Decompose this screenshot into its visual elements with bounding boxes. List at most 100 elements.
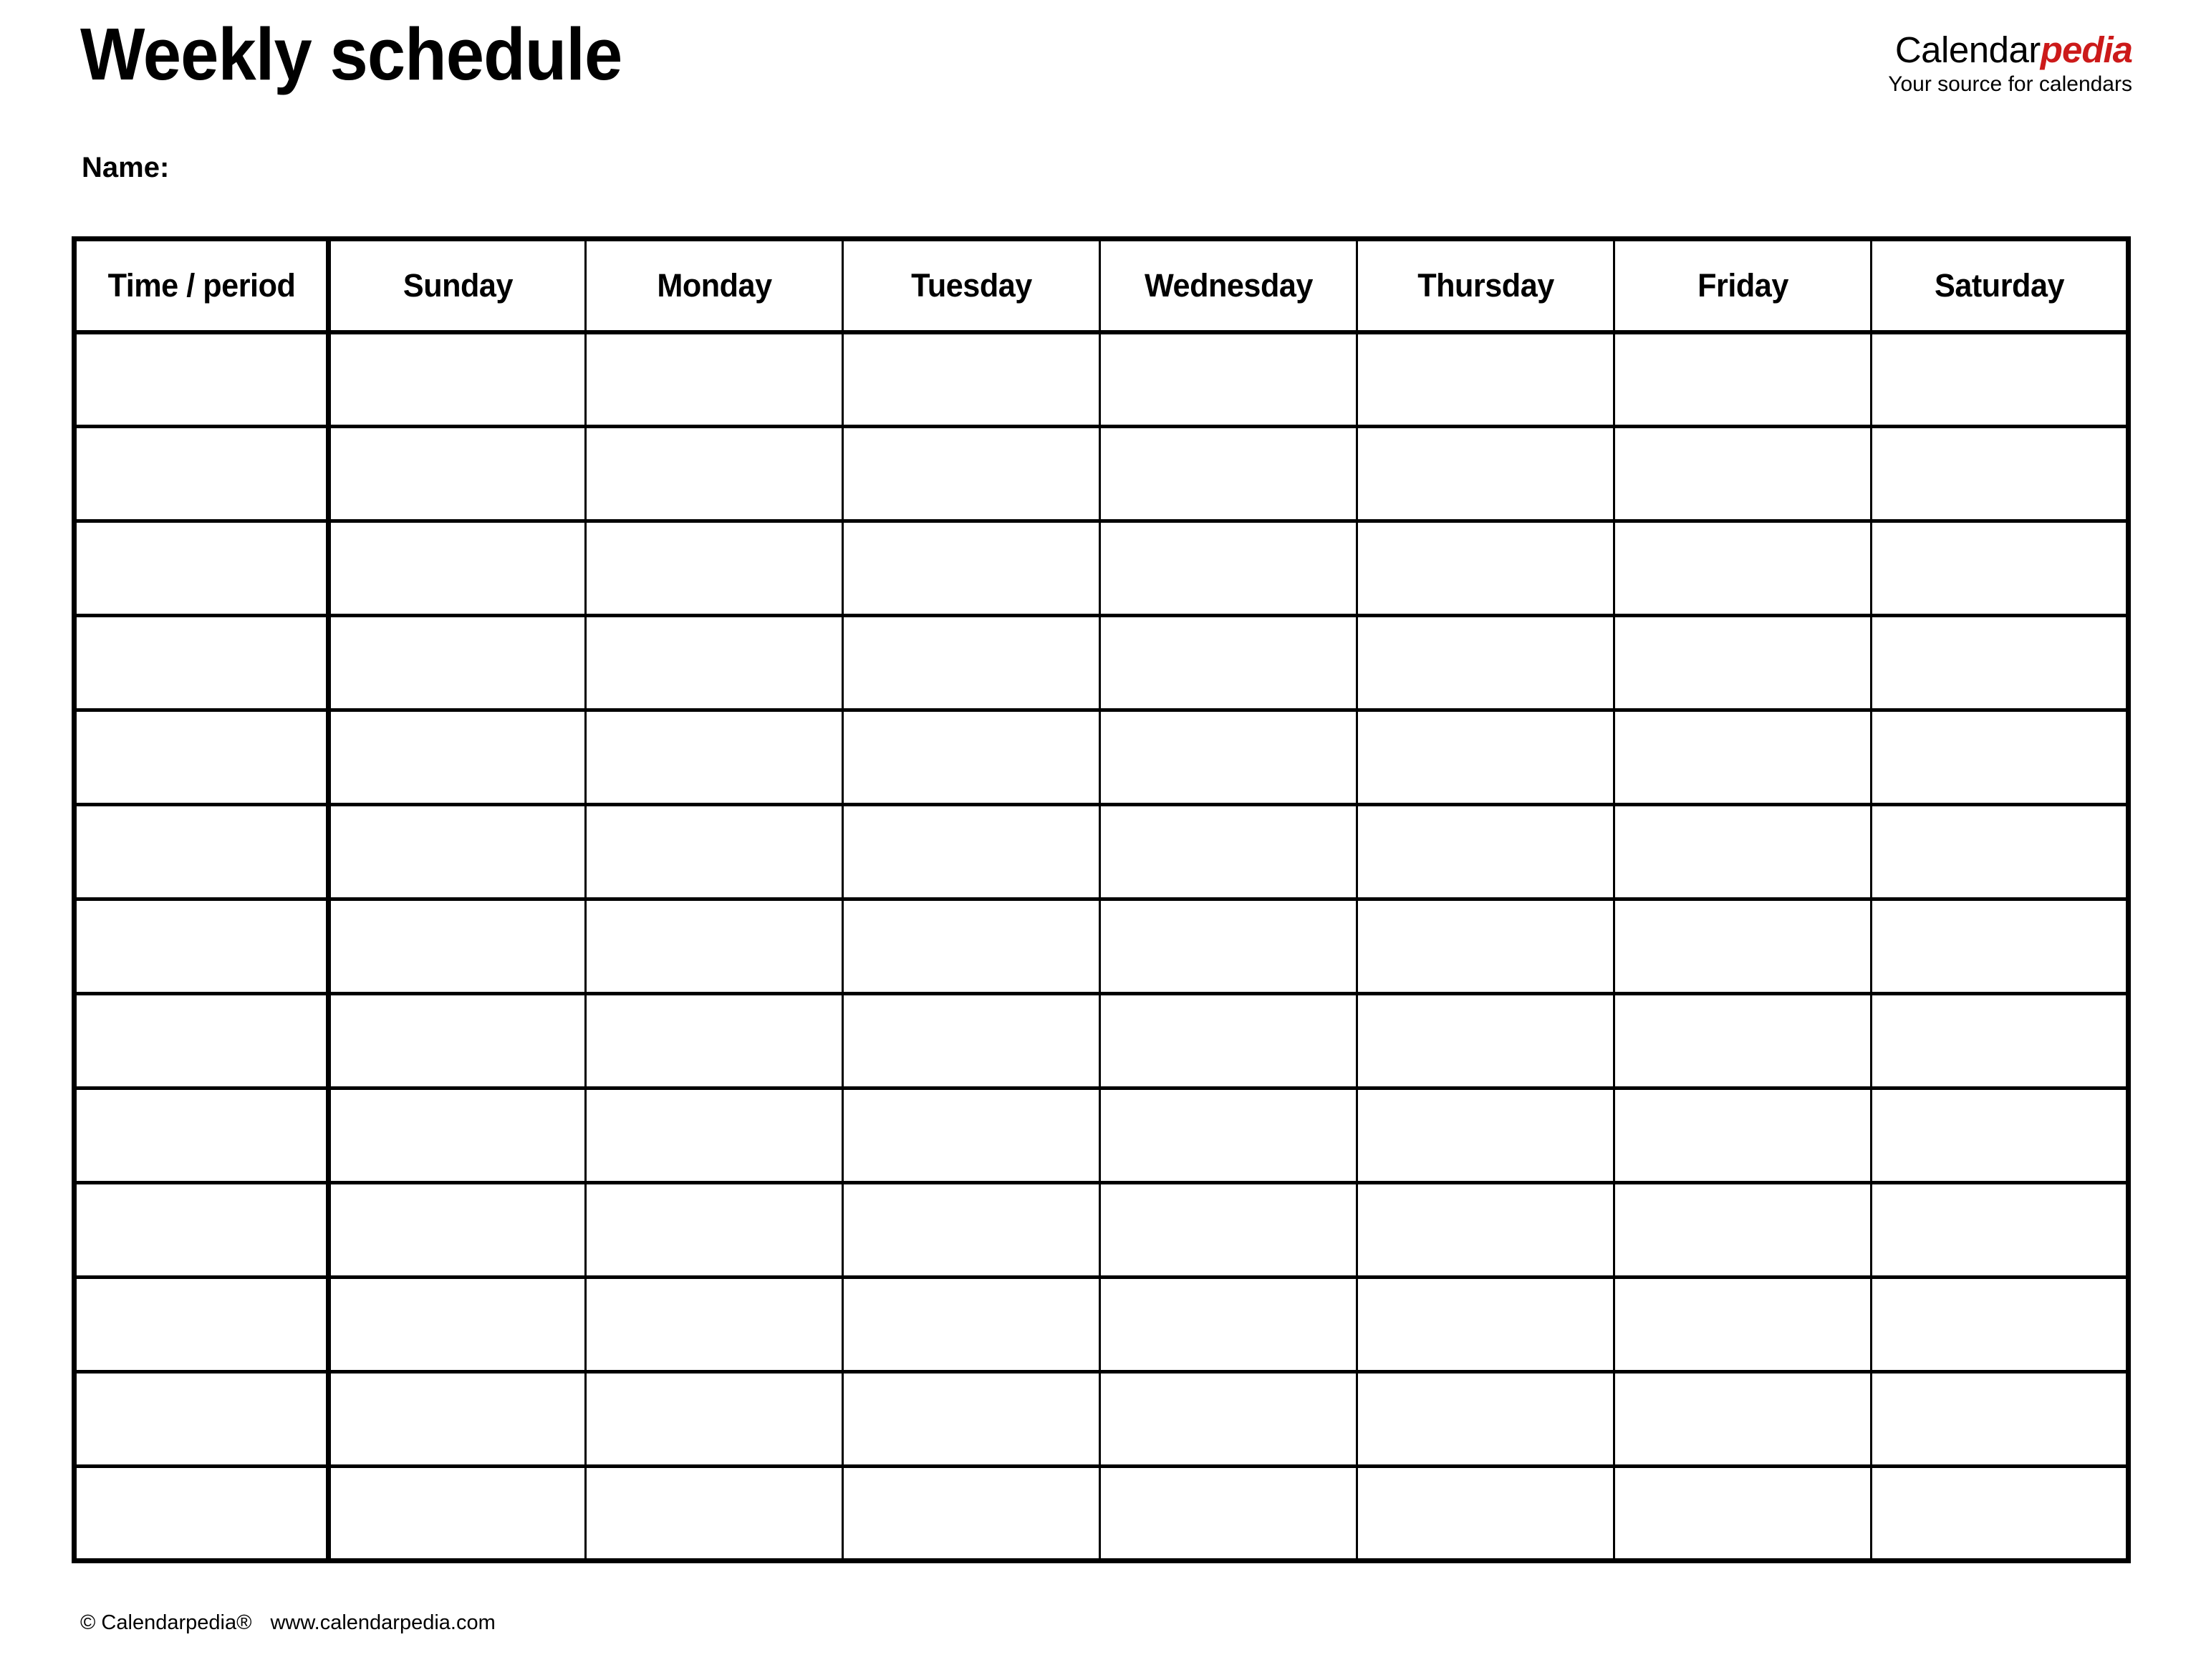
schedule-cell[interactable] [1099, 521, 1358, 617]
schedule-cell[interactable] [1871, 1466, 2129, 1561]
schedule-cell[interactable] [585, 804, 844, 901]
schedule-cell[interactable] [328, 1182, 587, 1279]
schedule-cell[interactable] [1099, 993, 1358, 1090]
schedule-cell[interactable] [842, 521, 1101, 617]
schedule-cell[interactable] [1871, 993, 2129, 1090]
schedule-cell[interactable] [328, 1466, 587, 1561]
schedule-cell[interactable] [1614, 426, 1872, 523]
schedule-cell[interactable] [585, 521, 844, 617]
schedule-cell[interactable] [1357, 1088, 1615, 1184]
schedule-cell[interactable] [1357, 332, 1615, 428]
time-period-cell[interactable] [74, 332, 331, 428]
schedule-cell[interactable] [1614, 710, 1872, 806]
schedule-cell[interactable] [1357, 1182, 1615, 1279]
schedule-cell[interactable] [328, 899, 587, 995]
schedule-cell[interactable] [1099, 804, 1358, 901]
schedule-cell[interactable] [585, 1371, 844, 1468]
schedule-cell[interactable] [1614, 332, 1872, 428]
schedule-cell[interactable] [1871, 521, 2129, 617]
schedule-cell[interactable] [1614, 993, 1872, 1090]
schedule-cell[interactable] [1871, 899, 2129, 995]
schedule-cell[interactable] [842, 332, 1101, 428]
time-period-cell[interactable] [74, 426, 331, 523]
schedule-cell[interactable] [1099, 332, 1358, 428]
schedule-cell[interactable] [1099, 426, 1358, 523]
footer-website-link[interactable]: www.calendarpedia.com [270, 1611, 495, 1634]
time-period-cell[interactable] [74, 804, 331, 901]
schedule-cell[interactable] [1099, 1466, 1358, 1561]
schedule-cell[interactable] [1614, 1371, 1872, 1468]
schedule-cell[interactable] [842, 710, 1101, 806]
schedule-cell[interactable] [1871, 1371, 2129, 1468]
calendarpedia-logo[interactable]: Calendarpedia Your source for calendars [1888, 32, 2133, 95]
time-period-cell[interactable] [74, 1371, 331, 1468]
schedule-cell[interactable] [328, 521, 587, 617]
time-period-cell[interactable] [74, 710, 331, 806]
schedule-cell[interactable] [1614, 1277, 1872, 1374]
schedule-cell[interactable] [1099, 1088, 1358, 1184]
schedule-cell[interactable] [1614, 899, 1872, 995]
schedule-cell[interactable] [1099, 710, 1358, 806]
schedule-cell[interactable] [1357, 710, 1615, 806]
schedule-cell[interactable] [328, 1088, 587, 1184]
schedule-cell[interactable] [842, 1466, 1101, 1561]
time-period-cell[interactable] [74, 1182, 331, 1279]
time-period-cell[interactable] [74, 615, 331, 712]
schedule-cell[interactable] [1357, 1277, 1615, 1374]
schedule-cell[interactable] [328, 426, 587, 523]
schedule-cell[interactable] [585, 426, 844, 523]
time-period-cell[interactable] [74, 521, 331, 617]
schedule-cell[interactable] [585, 615, 844, 712]
schedule-cell[interactable] [842, 426, 1101, 523]
schedule-cell[interactable] [842, 1371, 1101, 1468]
time-period-cell[interactable] [74, 1277, 331, 1374]
schedule-cell[interactable] [1357, 521, 1615, 617]
schedule-cell[interactable] [1357, 993, 1615, 1090]
schedule-cell[interactable] [842, 804, 1101, 901]
time-period-cell[interactable] [74, 1088, 331, 1184]
schedule-cell[interactable] [585, 1466, 844, 1561]
schedule-cell[interactable] [1871, 426, 2129, 523]
schedule-cell[interactable] [1099, 899, 1358, 995]
schedule-cell[interactable] [328, 1277, 587, 1374]
schedule-cell[interactable] [328, 615, 587, 712]
schedule-cell[interactable] [842, 899, 1101, 995]
schedule-cell[interactable] [585, 710, 844, 806]
schedule-cell[interactable] [1614, 804, 1872, 901]
schedule-cell[interactable] [328, 804, 587, 901]
schedule-cell[interactable] [1357, 615, 1615, 712]
schedule-cell[interactable] [1871, 1277, 2129, 1374]
schedule-cell[interactable] [585, 1182, 844, 1279]
schedule-cell[interactable] [1871, 332, 2129, 428]
schedule-cell[interactable] [585, 1277, 844, 1374]
schedule-cell[interactable] [585, 332, 844, 428]
schedule-cell[interactable] [1099, 1371, 1358, 1468]
schedule-cell[interactable] [1871, 804, 2129, 901]
schedule-cell[interactable] [842, 1088, 1101, 1184]
schedule-cell[interactable] [1099, 615, 1358, 712]
schedule-cell[interactable] [328, 993, 587, 1090]
schedule-cell[interactable] [1871, 1088, 2129, 1184]
schedule-cell[interactable] [1614, 1466, 1872, 1561]
schedule-cell[interactable] [328, 332, 587, 428]
schedule-cell[interactable] [1871, 1182, 2129, 1279]
schedule-cell[interactable] [842, 1277, 1101, 1374]
time-period-cell[interactable] [74, 899, 331, 995]
schedule-cell[interactable] [842, 993, 1101, 1090]
schedule-cell[interactable] [1871, 710, 2129, 806]
time-period-cell[interactable] [74, 993, 331, 1090]
schedule-cell[interactable] [1099, 1277, 1358, 1374]
schedule-cell[interactable] [1357, 1466, 1615, 1561]
schedule-cell[interactable] [1357, 426, 1615, 523]
schedule-cell[interactable] [585, 899, 844, 995]
schedule-cell[interactable] [1614, 615, 1872, 712]
schedule-cell[interactable] [585, 1088, 844, 1184]
schedule-cell[interactable] [585, 993, 844, 1090]
schedule-cell[interactable] [842, 1182, 1101, 1279]
time-period-cell[interactable] [74, 1466, 331, 1561]
schedule-cell[interactable] [1357, 1371, 1615, 1468]
schedule-cell[interactable] [842, 615, 1101, 712]
schedule-cell[interactable] [1357, 899, 1615, 995]
schedule-cell[interactable] [1871, 615, 2129, 712]
schedule-cell[interactable] [1614, 1182, 1872, 1279]
